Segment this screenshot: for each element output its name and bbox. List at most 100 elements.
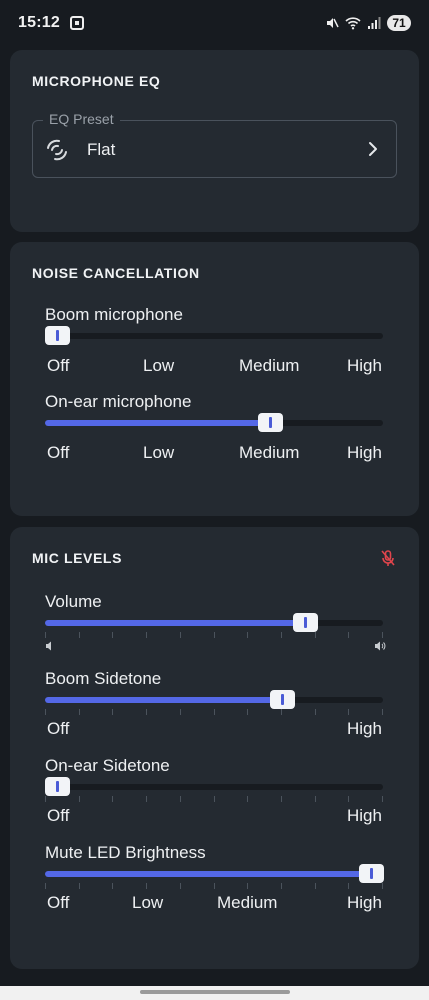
boom-sidetone-slider-block: Boom Sidetone Off High bbox=[45, 669, 385, 738]
slider-ticks bbox=[45, 883, 383, 889]
slider-tick bbox=[45, 709, 46, 715]
slider-tick bbox=[281, 709, 282, 715]
slider-tick bbox=[45, 796, 46, 802]
slider-tick bbox=[315, 632, 316, 638]
slider-tick bbox=[45, 883, 46, 889]
microphone-eq-card: MICROPHONE EQ EQ Preset Flat bbox=[10, 50, 419, 232]
scale-label-off: Off bbox=[47, 719, 70, 738]
slider-label: On-ear microphone bbox=[45, 392, 192, 411]
slider-tick bbox=[214, 709, 215, 715]
slider-tick bbox=[382, 709, 383, 715]
slider-tick bbox=[315, 883, 316, 889]
mic-muted-icon[interactable] bbox=[379, 549, 397, 567]
slider-tick bbox=[79, 632, 80, 638]
volume-slider[interactable] bbox=[45, 613, 383, 638]
scale-label-off: Off bbox=[47, 893, 70, 912]
slider-tick bbox=[281, 883, 282, 889]
signal-icon bbox=[368, 17, 381, 29]
slider-ticks bbox=[45, 709, 383, 715]
mute-led-brightness-slider[interactable] bbox=[45, 864, 384, 889]
slider-thumb[interactable] bbox=[293, 613, 318, 632]
slider-tick bbox=[247, 632, 248, 638]
slider-tick bbox=[146, 709, 147, 715]
slider-fill bbox=[45, 620, 305, 626]
onear-sidetone-slider-block: On-ear Sidetone Off High bbox=[45, 756, 385, 825]
slider-tick bbox=[146, 796, 147, 802]
slider-tick bbox=[112, 632, 113, 638]
scale-label-medium: Medium bbox=[239, 443, 300, 462]
boom-microphone-slider[interactable] bbox=[45, 326, 383, 345]
slider-thumb[interactable] bbox=[270, 690, 295, 709]
slider-tick bbox=[348, 883, 349, 889]
chevron-right-icon bbox=[369, 142, 377, 156]
slider-label: On-ear Sidetone bbox=[45, 756, 170, 775]
slider-tick bbox=[382, 632, 383, 638]
slider-tick bbox=[112, 709, 113, 715]
scale-label-high: High bbox=[347, 893, 382, 912]
slider-tick bbox=[79, 709, 80, 715]
slider-tick bbox=[180, 709, 181, 715]
slider-tick bbox=[315, 709, 316, 715]
slider-tick bbox=[382, 883, 383, 889]
slider-tick bbox=[247, 709, 248, 715]
slider-tick bbox=[79, 883, 80, 889]
slider-fill bbox=[45, 871, 383, 877]
noise-cancellation-card: NOISE CANCELLATION Boom microphone Off L… bbox=[10, 242, 419, 516]
slider-fill bbox=[45, 697, 282, 703]
scale-label-off: Off bbox=[47, 443, 70, 462]
scale-label-low: Low bbox=[132, 893, 164, 912]
slider-tick bbox=[180, 796, 181, 802]
slider-label: Mute LED Brightness bbox=[45, 843, 206, 862]
navigation-bar bbox=[0, 986, 429, 1000]
card-title: NOISE CANCELLATION bbox=[32, 265, 200, 281]
onear-sidetone-slider[interactable] bbox=[45, 777, 383, 802]
slider-tick bbox=[146, 883, 147, 889]
home-gesture-handle[interactable] bbox=[140, 990, 290, 994]
scale-label-off: Off bbox=[47, 356, 70, 375]
volume-slider-block: Volume bbox=[45, 592, 386, 651]
card-title: MIC LEVELS bbox=[32, 550, 123, 566]
boom-microphone-slider-block: Boom microphone Off Low Medium High bbox=[45, 305, 385, 375]
onear-microphone-slider-block: On-ear microphone Off Low Medium High bbox=[45, 392, 385, 462]
card-title: MICROPHONE EQ bbox=[32, 73, 161, 89]
screenshot-icon bbox=[69, 16, 84, 30]
scale-label-high: High bbox=[347, 806, 382, 825]
slider-tick bbox=[281, 796, 282, 802]
slider-tick bbox=[214, 883, 215, 889]
scale-label-medium: Medium bbox=[239, 356, 300, 375]
mute-led-slider-block: Mute LED Brightness Off Low Medium High bbox=[45, 843, 385, 912]
battery-icon: 71 bbox=[387, 15, 411, 31]
scale-label-medium: Medium bbox=[217, 893, 278, 912]
slider-thumb[interactable] bbox=[359, 864, 384, 883]
slider-tick bbox=[45, 632, 46, 638]
slider-thumb[interactable] bbox=[258, 413, 283, 432]
status-time: 15:12 bbox=[18, 14, 60, 31]
volume-low-icon bbox=[46, 641, 51, 651]
eq-preset-value: Flat bbox=[87, 140, 116, 159]
slider-tick bbox=[315, 796, 316, 802]
slider-thumb[interactable] bbox=[45, 777, 70, 796]
onear-microphone-slider[interactable] bbox=[45, 413, 383, 432]
silent-icon bbox=[327, 18, 339, 28]
slider-label: Boom microphone bbox=[45, 305, 183, 324]
scale-label-high: High bbox=[347, 719, 382, 738]
status-bar: 15:12 71 bbox=[0, 0, 429, 46]
scale-label-high: High bbox=[347, 356, 382, 375]
status-icons: 71 bbox=[325, 15, 411, 31]
mic-levels-card: MIC LEVELS Volume Boom Sidetone Off High bbox=[10, 527, 419, 969]
eq-preset-icon bbox=[47, 139, 67, 161]
boom-sidetone-slider[interactable] bbox=[45, 690, 383, 715]
scale-label-off: Off bbox=[47, 806, 70, 825]
slider-tick bbox=[79, 796, 80, 802]
slider-tick bbox=[382, 796, 383, 802]
slider-tick bbox=[214, 796, 215, 802]
slider-tick bbox=[348, 796, 349, 802]
slider-ticks bbox=[45, 632, 383, 638]
slider-tick bbox=[348, 709, 349, 715]
slider-tick bbox=[180, 883, 181, 889]
slider-tick bbox=[112, 796, 113, 802]
eq-preset-select[interactable]: EQ Preset Flat bbox=[32, 111, 397, 178]
slider-thumb[interactable] bbox=[45, 326, 70, 345]
slider-tick bbox=[247, 883, 248, 889]
slider-label: Boom Sidetone bbox=[45, 669, 162, 688]
